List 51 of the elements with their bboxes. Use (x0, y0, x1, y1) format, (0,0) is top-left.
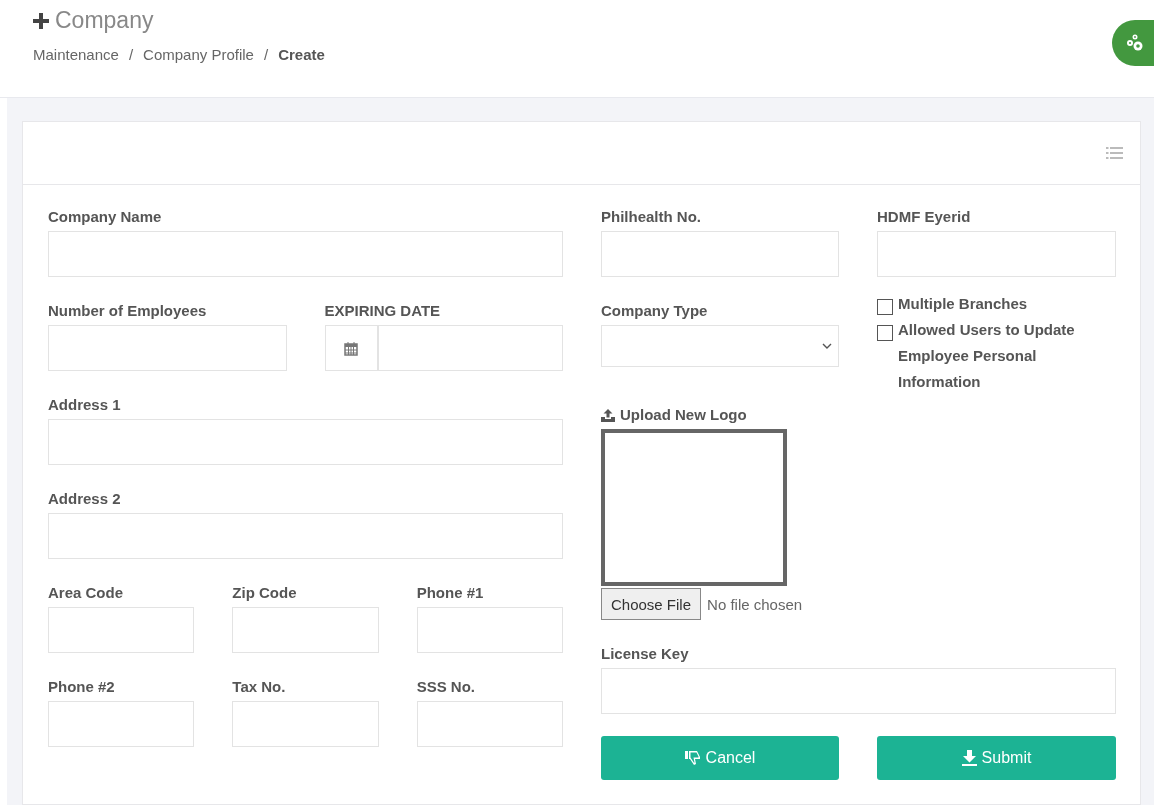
field-label: Number of Employees (48, 301, 208, 321)
text-field[interactable] (416, 701, 563, 747)
breadcrumb-item[interactable]: Company Profile (143, 46, 254, 63)
choose-file-button[interactable]: Choose File (601, 588, 702, 620)
field-label: Area Code (48, 583, 125, 603)
field-label: License Key (601, 644, 690, 664)
thumbs-down-icon (684, 750, 701, 766)
field-label: Tax No. (232, 677, 287, 697)
text-field[interactable] (48, 607, 195, 653)
text-field[interactable] (416, 607, 563, 653)
field-label: HDMF Eyerid (877, 207, 972, 227)
text-field[interactable] (48, 231, 563, 277)
field-label: SSS No. (416, 677, 476, 697)
gears-icon (1125, 33, 1145, 53)
upload-icon (601, 408, 615, 422)
text-field[interactable] (48, 419, 563, 465)
date-field[interactable] (324, 325, 563, 371)
text-field[interactable] (877, 231, 1116, 277)
plus-icon (33, 12, 49, 29)
text-field[interactable] (48, 701, 195, 747)
page-title: Company (55, 7, 154, 34)
chevron-down-icon (822, 343, 832, 349)
text-field[interactable] (48, 513, 563, 559)
checkbox[interactable] (877, 299, 893, 315)
field-label: EXPIRING DATE (324, 301, 442, 321)
text-field[interactable] (601, 231, 839, 277)
field-label: Phone #1 (416, 583, 485, 603)
text-field[interactable] (601, 668, 1116, 714)
field-label: Address 2 (48, 489, 122, 509)
breadcrumb-separator: / (128, 46, 134, 63)
text-field[interactable] (48, 325, 287, 371)
download-icon (961, 750, 977, 766)
breadcrumb-separator: / (263, 46, 269, 63)
field-label: Upload New Logo (620, 405, 747, 425)
field-label: Phone #2 (48, 677, 116, 697)
text-field[interactable] (232, 607, 379, 653)
calendar-icon (344, 340, 358, 356)
field-label: Address 1 (48, 395, 122, 415)
select-field[interactable] (601, 325, 839, 367)
breadcrumb-item: Create (278, 46, 325, 63)
field-label: Zip Code (232, 583, 298, 603)
list-icon[interactable] (1106, 147, 1123, 159)
breadcrumb-item[interactable]: Maintenance (33, 46, 119, 63)
file-status: No file chosen (707, 595, 803, 613)
field-label: Company Name (48, 207, 163, 227)
checkbox-label: Multiple Branches (898, 294, 1028, 314)
field-label: Philhealth No. (601, 207, 702, 227)
field-label: Company Type (601, 301, 709, 321)
checkbox[interactable] (877, 325, 893, 341)
text-field[interactable] (232, 701, 379, 747)
checkbox-label: Allowed Users to Update Employee Personal Information (898, 320, 1076, 392)
